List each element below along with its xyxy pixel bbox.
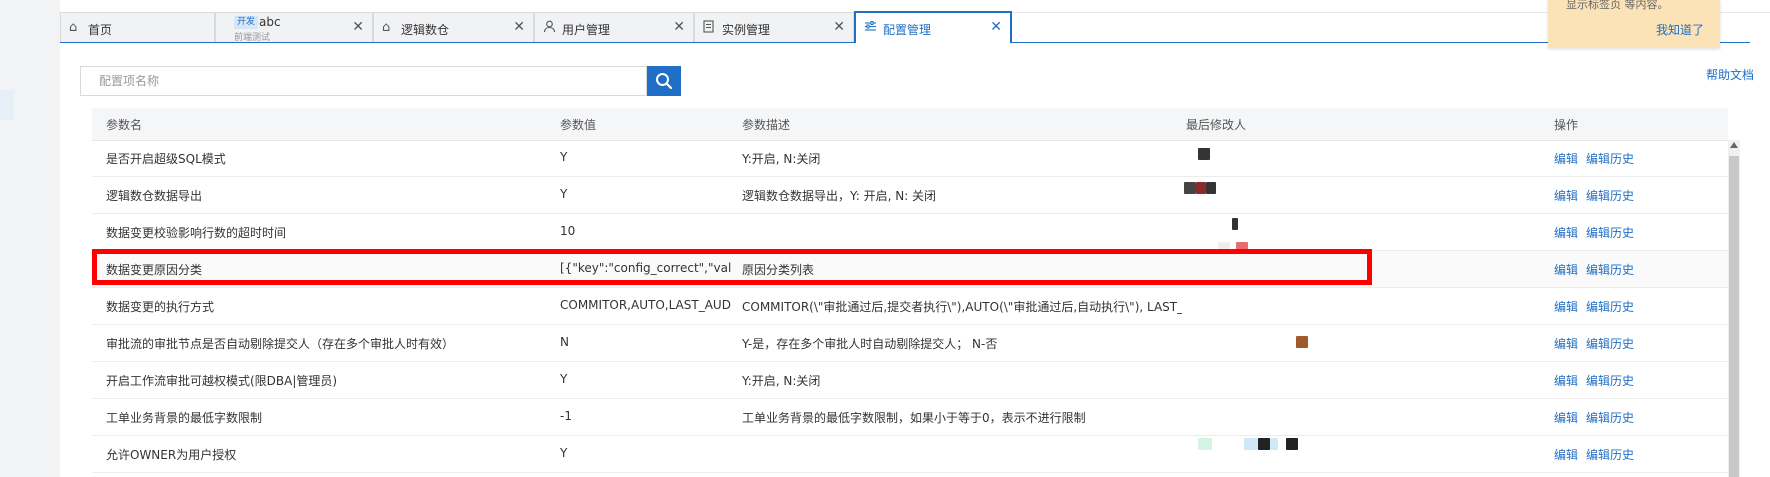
edit-history-link[interactable]: 编辑历史: [1586, 448, 1634, 462]
tab-label: 配置管理: [883, 23, 932, 37]
header-param-value: 参数值: [560, 118, 597, 132]
settings-icon: [864, 20, 877, 37]
tooltip-text: 显示标签页 等内容。: [1566, 0, 1669, 11]
param-desc: Y-是，存在多个审批人时自动剔除提交人； N-否: [742, 337, 998, 351]
help-link[interactable]: 帮助文档: [1706, 66, 1754, 83]
home-icon: ⌂: [382, 20, 391, 35]
param-name: 是否开启超级SQL模式: [106, 152, 226, 166]
header-param-desc: 参数描述: [742, 118, 791, 132]
tab-label: abc: [259, 15, 281, 29]
param-desc: 逻辑数仓数据导出，Y: 开启, N: 关闭: [742, 189, 937, 203]
tab-instance-management[interactable]: 实例管理 ✕: [694, 12, 854, 42]
param-desc: COMMITOR(\"审批通过后,提交者执行\"),AUTO(\"审批通过后,自…: [742, 300, 1182, 314]
table-row: 数据变更校验影响行数的超时时间 10 编辑 编辑历史: [92, 214, 1728, 251]
param-value: COMMITOR,AUTO,LAST_AUD: [560, 298, 731, 312]
close-icon[interactable]: ✕: [513, 19, 525, 35]
edit-link[interactable]: 编辑: [1554, 226, 1578, 240]
table-row: 允许OWNER为用户授权 Y 编辑 编辑历史: [92, 436, 1728, 473]
header-last-modifier: 最后修改人: [1186, 118, 1247, 132]
edit-history-link[interactable]: 编辑历史: [1586, 374, 1634, 388]
header-param-name: 参数名: [106, 118, 143, 132]
vertical-scrollbar[interactable]: [1728, 140, 1740, 477]
param-value: Y: [560, 372, 568, 386]
edit-link[interactable]: 编辑: [1554, 411, 1578, 425]
edit-link[interactable]: 编辑: [1554, 374, 1578, 388]
edit-history-link[interactable]: 编辑历史: [1586, 411, 1634, 425]
param-name: 开启工作流审批可越权模式(限DBA|管理员): [106, 374, 338, 388]
param-value: -1: [560, 409, 572, 423]
edit-history-link[interactable]: 编辑历史: [1586, 226, 1634, 240]
param-name: 数据变更的执行方式: [106, 300, 215, 314]
edit-link[interactable]: 编辑: [1554, 189, 1578, 203]
param-desc: 工单业务背景的最低字数限制，如果小于等于0，表示不进行限制: [742, 411, 1086, 425]
table-header: 参数名 参数值 参数描述 最后修改人 操作: [92, 108, 1728, 141]
edit-link[interactable]: 编辑: [1554, 448, 1578, 462]
tab-config-management[interactable]: 配置管理 ✕: [854, 11, 1012, 43]
table-row: 是否开启超级SQL模式 Y Y:开启, N:关闭 编辑 编辑历史: [92, 140, 1728, 177]
param-name: 工单业务背景的最低字数限制: [106, 411, 263, 425]
tab-user-management[interactable]: 用户管理 ✕: [534, 12, 694, 42]
param-value: Y: [560, 187, 568, 201]
edit-history-link[interactable]: 编辑历史: [1586, 189, 1634, 203]
close-icon[interactable]: ✕: [833, 19, 845, 35]
tab-sublabel: 前端测试: [234, 33, 271, 43]
param-name: 审批流的审批节点是否自动剔除提交人（存在多个审批人时有效）: [106, 337, 455, 351]
edit-link[interactable]: 编辑: [1554, 152, 1578, 166]
edit-history-link[interactable]: 编辑历史: [1586, 263, 1634, 277]
header-actions: 操作: [1554, 118, 1579, 132]
close-icon[interactable]: ✕: [352, 19, 364, 35]
param-name: 逻辑数仓数据导出: [106, 189, 203, 203]
left-gutter: [0, 0, 60, 477]
edit-history-link[interactable]: 编辑历史: [1586, 300, 1634, 314]
highlight-box: [92, 249, 1372, 285]
env-badge: 开发: [234, 16, 259, 29]
search-button[interactable]: [647, 66, 681, 96]
param-desc: Y:开启, N:关闭: [742, 374, 821, 388]
config-table: 参数名 参数值 参数描述 最后修改人 操作 是否开启超级SQL模式 Y Y:开启…: [92, 108, 1728, 477]
tab-label: 实例管理: [722, 23, 771, 37]
param-name: 允许OWNER为用户授权: [106, 448, 237, 462]
param-value: 10: [560, 224, 576, 238]
table-row: 开启工作流审批可越权模式(限DBA|管理员) Y Y:开启, N:关闭 编辑 编辑…: [92, 362, 1728, 399]
tab-label: 逻辑数仓: [401, 23, 450, 37]
table-row: 逻辑数仓数据导出 Y 逻辑数仓数据导出，Y: 开启, N: 关闭 编辑 编辑历史: [92, 177, 1728, 214]
close-icon[interactable]: ✕: [990, 19, 1002, 35]
table-row: 审批流的审批节点是否自动剔除提交人（存在多个审批人时有效） N Y-是，存在多个…: [92, 325, 1728, 362]
search-input[interactable]: [97, 67, 641, 95]
user-icon: [543, 20, 556, 37]
search-box: [80, 66, 647, 96]
edit-history-link[interactable]: 编辑历史: [1586, 152, 1634, 166]
tab-label: 首页: [88, 23, 113, 37]
param-desc: Y:开启, N:关闭: [742, 152, 821, 166]
table-row: 工单业务背景的最低字数限制 -1 工单业务背景的最低字数限制，如果小于等于0，表…: [92, 399, 1728, 436]
scroll-up-icon[interactable]: [1730, 142, 1738, 148]
param-value: Y: [560, 446, 568, 460]
scrollbar-thumb[interactable]: [1729, 156, 1739, 477]
edit-link[interactable]: 编辑: [1554, 263, 1578, 277]
tooltip-ok-button[interactable]: 我知道了: [1656, 21, 1704, 38]
edit-history-link[interactable]: 编辑历史: [1586, 337, 1634, 351]
param-value: N: [560, 335, 569, 349]
tooltip: 显示标签页 等内容。 我知道了: [1548, 0, 1720, 48]
tab-label: 用户管理: [562, 23, 611, 37]
tab-home[interactable]: ⌂ 首页: [60, 12, 215, 42]
tab-abc[interactable]: 开发 abc 前端测试 ✕: [215, 12, 373, 43]
instance-icon: [703, 20, 715, 37]
sidebar-highlight: [0, 90, 14, 120]
redacted-modifier-block: [1178, 140, 1328, 477]
tab-logic-warehouse[interactable]: ⌂ 逻辑数仓 ✕: [373, 12, 534, 42]
edit-link[interactable]: 编辑: [1554, 300, 1578, 314]
close-icon[interactable]: ✕: [673, 19, 685, 35]
home-icon: ⌂: [69, 20, 78, 35]
param-value: Y: [560, 150, 568, 164]
param-name: 数据变更校验影响行数的超时时间: [106, 226, 287, 240]
edit-link[interactable]: 编辑: [1554, 337, 1578, 351]
table-row: 数据变更的执行方式 COMMITOR,AUTO,LAST_AUD COMMITO…: [92, 288, 1728, 325]
tab-bar: ⌂ 首页 开发 abc 前端测试 ✕ ⌂ 逻辑数仓 ✕ 用户管理 ✕ 实例管理 …: [60, 11, 1750, 43]
search-icon: [656, 73, 673, 90]
